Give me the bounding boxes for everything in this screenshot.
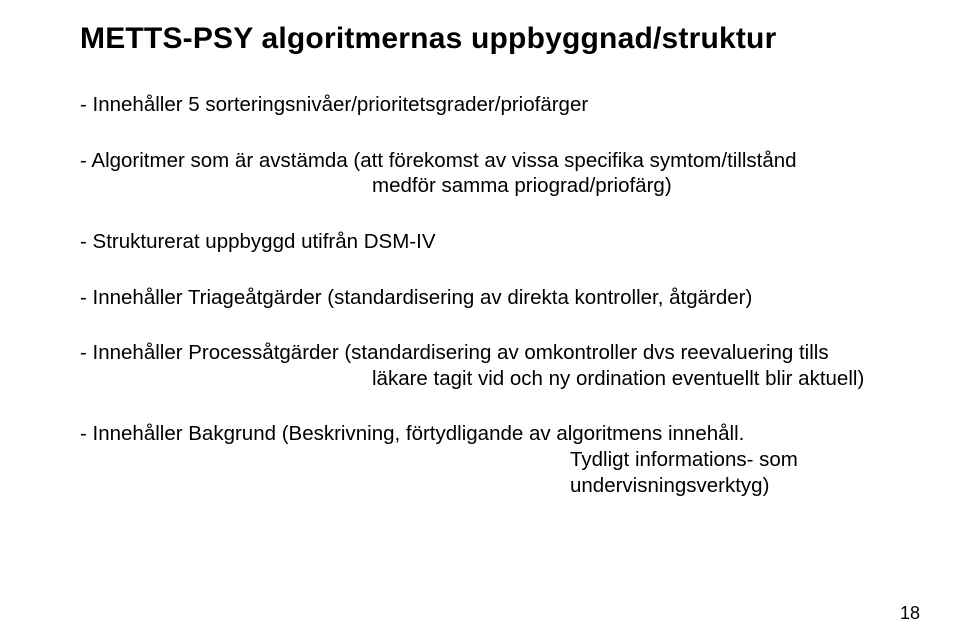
page-number: 18	[900, 603, 920, 624]
bullet-line: - Innehåller Processåtgärder (standardis…	[80, 341, 829, 364]
bullet-item-1: - Innehåller 5 sorteringsnivåer/priorite…	[80, 92, 900, 118]
bullet-item-4: - Innehåller Triageåtgärder (standardise…	[80, 285, 900, 311]
bullet-item-2: - Algoritmer som är avstämda (att föreko…	[80, 148, 900, 199]
body-text: - Innehåller 5 sorteringsnivåer/priorite…	[80, 92, 900, 498]
page: METTS-PSY algoritmernas uppbyggnad/struk…	[0, 0, 960, 640]
bullet-line: - Algoritmer som är avstämda (att föreko…	[80, 149, 797, 172]
bullet-continuation: läkare tagit vid och ny ordination event…	[80, 366, 900, 392]
bullet-line: - Innehåller Bakgrund (Beskrivning, fört…	[80, 422, 744, 445]
bullet-line: - Innehåller 5 sorteringsnivåer/priorite…	[80, 93, 588, 116]
bullet-item-6: - Innehåller Bakgrund (Beskrivning, fört…	[80, 421, 900, 498]
bullet-line: - Strukturerat uppbyggd utifrån DSM-IV	[80, 230, 436, 253]
bullet-continuation: Tydligt informations- som undervisningsv…	[80, 447, 900, 498]
page-title: METTS-PSY algoritmernas uppbyggnad/struk…	[80, 22, 900, 56]
bullet-item-5: - Innehåller Processåtgärder (standardis…	[80, 340, 900, 391]
bullet-line: - Innehåller Triageåtgärder (standardise…	[80, 286, 752, 309]
bullet-item-3: - Strukturerat uppbyggd utifrån DSM-IV	[80, 229, 900, 255]
bullet-continuation: medför samma priograd/priofärg)	[80, 173, 900, 199]
